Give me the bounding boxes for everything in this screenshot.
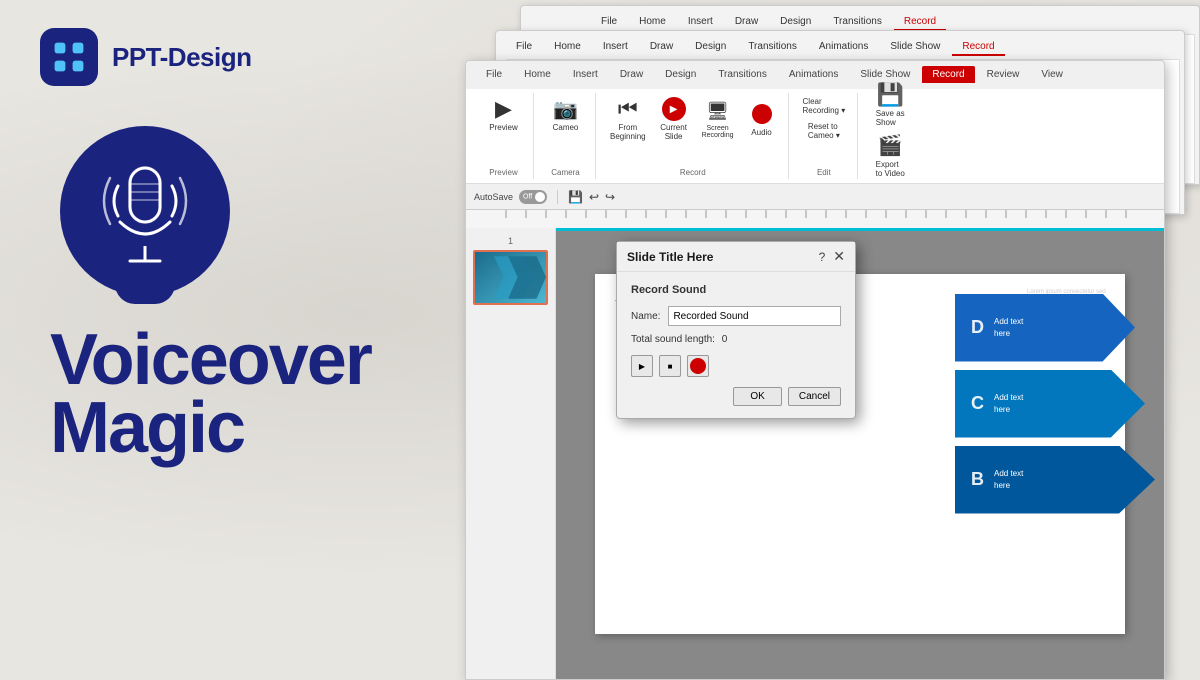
stop-btn[interactable]: ■: [659, 355, 681, 377]
tab-insert-front[interactable]: Insert: [563, 66, 608, 83]
tab-transitions-mid[interactable]: Transitions: [738, 39, 807, 56]
tab-transitions-front[interactable]: Transitions: [708, 66, 777, 83]
btn-cameo-front[interactable]: 📷 Cameo: [548, 95, 584, 134]
group-export-front: 💾 Save asShow 🎬 Exportto Video Export: [860, 93, 920, 179]
preview-play-icon: ▶: [491, 97, 515, 121]
tab-design-mid[interactable]: Design: [685, 39, 736, 56]
group-camera-front: 📷 Cameo Camera: [536, 93, 596, 179]
play-btn[interactable]: ▶: [631, 355, 653, 377]
group-edit-front: ClearRecording ▾ Reset toCameo ▾ Edit: [791, 93, 859, 179]
redo-icon[interactable]: ↪: [605, 190, 615, 204]
dialog-name-input[interactable]: [668, 306, 841, 326]
dialog-title: Slide Title Here: [627, 250, 713, 264]
tab-draw[interactable]: Draw: [725, 14, 768, 31]
tab-animations-front[interactable]: Animations: [779, 66, 848, 83]
dialog-body: Record Sound Name: Total sound length: 0…: [617, 272, 855, 418]
teal-accent-border: [556, 228, 1164, 231]
curr-slide-icon-front: ▶: [662, 97, 686, 121]
tab-review-front[interactable]: Review: [977, 66, 1030, 83]
ribbon-layer-front: File Home Insert Draw Design Transitions…: [465, 60, 1165, 680]
slide-number: 1: [508, 236, 513, 246]
dialog-titlebar: Slide Title Here ? ✕: [617, 242, 855, 272]
hero-title: Voiceover Magic: [50, 326, 450, 463]
group-record-front: ⏮ FromBeginning ▶ CurrentSlide 🖥 ScreenR…: [598, 93, 789, 179]
quick-save-icon[interactable]: 💾: [568, 190, 583, 204]
arrows-decoration: D Add texthere C Add texthere B Add text…: [955, 294, 1155, 514]
save-show-icon-front: 💾: [878, 83, 902, 107]
tab-slideshow-mid[interactable]: Slide Show: [880, 39, 950, 56]
tab-design-front[interactable]: Design: [655, 66, 706, 83]
btn-screen-rec-front[interactable]: 🖥 ScreenRecording: [698, 95, 738, 143]
btn-clear-front[interactable]: ClearRecording ▾: [799, 95, 850, 117]
tab-home-mid[interactable]: Home: [544, 39, 591, 56]
dialog-box: Slide Title Here ? ✕ Record Sound Name: …: [616, 241, 856, 419]
btn-save-show-front[interactable]: 💾 Save asShow: [872, 81, 909, 129]
left-panel: PPT-Design Voiceover Magic: [0, 0, 490, 628]
slide-thumbnail[interactable]: [473, 250, 548, 305]
btn-curr-slide-front[interactable]: ▶ CurrentSlide: [656, 95, 692, 143]
tab-file[interactable]: File: [591, 14, 627, 31]
screen-rec-icon-front: 🖥: [706, 99, 730, 123]
record-btn[interactable]: [687, 355, 709, 377]
ribbon-front-body: ▶ Preview Preview 📷 Cameo Camera ⏮ Fro: [466, 89, 1164, 184]
tab-design[interactable]: Design: [770, 14, 821, 31]
dialog-ok-btn[interactable]: OK: [733, 387, 781, 406]
from-beg-icon-front: ⏮: [616, 97, 640, 121]
dialog-window-controls: ? ✕: [819, 248, 845, 265]
tab-record-front[interactable]: Record: [922, 66, 974, 83]
dialog-section-title: Record Sound: [631, 284, 841, 296]
dialog-help-btn[interactable]: ?: [819, 250, 826, 264]
tab-home-front[interactable]: Home: [514, 66, 561, 83]
logo-icon: [40, 28, 98, 86]
slide-panel: 1: [466, 228, 556, 679]
group-preview-front: ▶ Preview Preview: [474, 93, 534, 179]
undo-icon[interactable]: ↩: [589, 190, 599, 204]
btn-preview-front[interactable]: ▶ Preview: [485, 95, 521, 134]
audio-icon-front: [750, 102, 774, 126]
dialog-name-field: Name:: [631, 306, 841, 326]
tab-file-front[interactable]: File: [476, 66, 512, 83]
btn-reset-front[interactable]: Reset toCameo ▾: [804, 120, 844, 142]
btn-from-beginning-front[interactable]: ⏮ FromBeginning: [606, 95, 650, 143]
tab-insert[interactable]: Insert: [678, 14, 723, 31]
tab-transitions[interactable]: Transitions: [823, 14, 892, 31]
dialog-actions: OK Cancel: [631, 387, 841, 406]
dialog-name-label: Name:: [631, 311, 660, 322]
tab-animations-mid[interactable]: Animations: [809, 39, 878, 56]
tab-record-mid[interactable]: Record: [952, 39, 1004, 56]
mic-illustration: [60, 126, 230, 296]
tab-file-mid[interactable]: File: [506, 39, 542, 56]
export-video-icon-front: 🎬: [878, 134, 902, 158]
ribbon-front-tabs: File Home Insert Draw Design Transitions…: [476, 66, 1073, 83]
right-panel: File Home Insert Draw Design Transitions…: [460, 0, 1200, 628]
dialog-sound-length: Total sound length: 0: [631, 334, 841, 345]
separator: [557, 190, 558, 204]
tab-view-front[interactable]: View: [1031, 66, 1073, 83]
tab-draw-mid[interactable]: Draw: [640, 39, 683, 56]
autosave-label: AutoSave: [474, 192, 513, 202]
tab-draw-front[interactable]: Draw: [610, 66, 653, 83]
brand-name: PPT-Design: [112, 42, 251, 73]
dialog-playback-controls: ▶ ■: [631, 355, 841, 377]
btn-export-video-front[interactable]: 🎬 Exportto Video: [872, 132, 909, 180]
tab-record-back[interactable]: Record: [894, 14, 946, 31]
ruler: [466, 210, 1164, 228]
tab-home[interactable]: Home: [629, 14, 676, 31]
dialog-close-btn[interactable]: ✕: [833, 248, 845, 265]
tab-insert-mid[interactable]: Insert: [593, 39, 638, 56]
toolbar-area: AutoSave Off 💾 ↩ ↪: [466, 184, 1164, 210]
autosave-toggle[interactable]: Off: [519, 190, 547, 204]
ribbon-mid-tabs: File Home Insert Draw Design Transitions…: [506, 39, 1005, 56]
cameo-icon-front: 📷: [554, 97, 578, 121]
dialog-cancel-btn[interactable]: Cancel: [788, 387, 841, 406]
logo-area: PPT-Design: [40, 28, 450, 86]
ribbon-back-tabs: File Home Insert Draw Design Transitions…: [591, 14, 946, 31]
btn-audio-front[interactable]: Audio: [744, 95, 780, 143]
